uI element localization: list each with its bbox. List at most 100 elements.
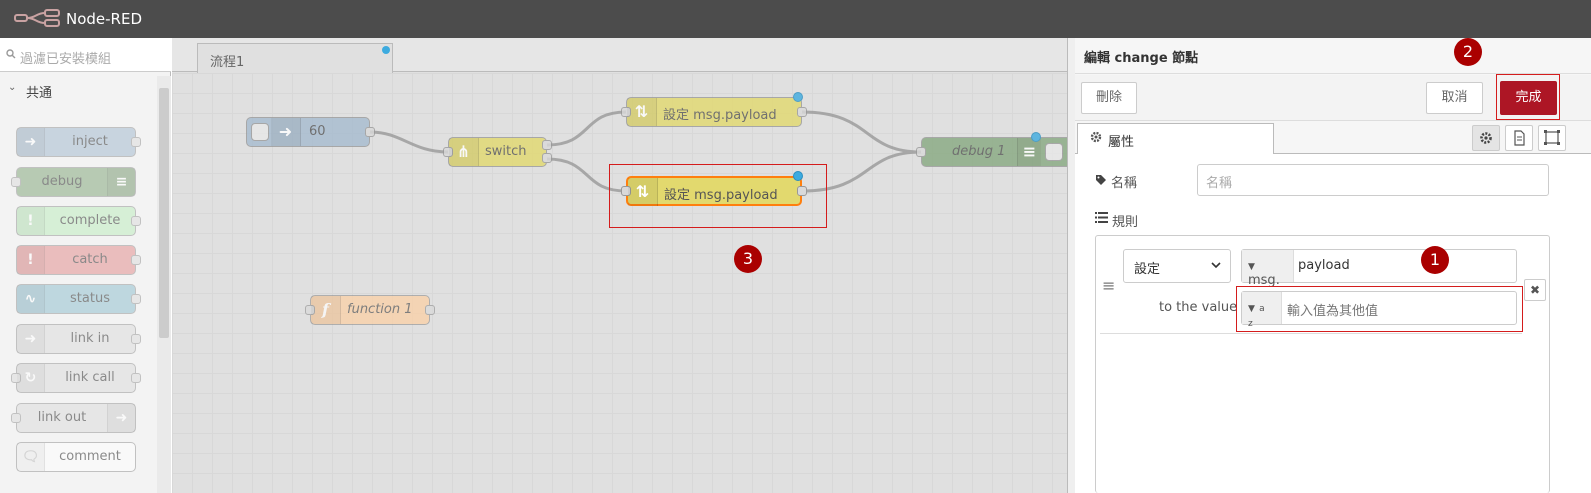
name-input[interactable]: 名稱 — [1197, 164, 1549, 196]
palette-node-link-call[interactable]: ↻ link call — [11, 363, 141, 393]
flow-node-debug[interactable]: debug 1 ≡ — [916, 132, 1067, 167]
gear-icon — [1090, 131, 1102, 143]
node-label: 60 — [309, 124, 326, 139]
function-icon: f — [311, 296, 341, 324]
list-icon: ≡ — [1017, 138, 1041, 166]
output-port — [131, 373, 141, 383]
search-icon — [6, 49, 16, 59]
output-port[interactable] — [365, 127, 375, 137]
output-port[interactable] — [425, 305, 435, 315]
tab-label: 流程1 — [210, 55, 245, 70]
gear-icon — [1480, 132, 1492, 144]
document-icon — [1514, 130, 1525, 146]
tab-label: 屬性 — [1108, 135, 1135, 150]
palette-node-catch[interactable]: ! catch — [16, 245, 141, 275]
tray-body: 名稱 名稱 規則 ≡ 設定 ▼ msg. payload to the valu… — [1075, 154, 1591, 493]
workspace-tabbar: 流程1 — [172, 38, 1067, 73]
palette-node-label: catch — [72, 252, 108, 267]
input-port[interactable] — [916, 147, 926, 157]
highlight-box-done — [1496, 74, 1560, 120]
app-header: Node-RED — [0, 0, 1591, 38]
callout-badge-1: 1 — [1421, 246, 1449, 274]
switch-icon: ⋔ — [449, 138, 479, 166]
palette-search-input[interactable]: 過濾已安裝模組 — [0, 38, 171, 72]
callout-badge-2: 2 — [1454, 38, 1482, 66]
target-value: payload — [1298, 258, 1350, 273]
tab-flow1[interactable]: 流程1 — [197, 43, 393, 73]
cancel-button[interactable]: 取消 — [1426, 82, 1483, 114]
caret-down-icon: ▼ — [1248, 262, 1255, 272]
palette-node-link-out[interactable]: link out ➜ — [11, 403, 136, 433]
node-label: switch — [485, 144, 527, 159]
flow-node-inject[interactable]: ➜ 60 — [246, 117, 375, 147]
palette-node-label: comment — [59, 449, 121, 464]
rule-target-input[interactable]: ▼ msg. payload — [1241, 249, 1517, 288]
tray-header: 編輯 change 節點 — [1075, 38, 1591, 74]
target-type-selector[interactable]: ▼ msg. — [1242, 250, 1294, 288]
palette-node-label: complete — [59, 213, 121, 228]
flow-node-switch[interactable]: ⋔ switch — [443, 137, 552, 167]
tab-properties[interactable]: 屬性 — [1077, 123, 1274, 155]
palette-node-comment[interactable]: 🗨 comment — [16, 442, 136, 472]
palette-node-label: link in — [70, 331, 110, 346]
tray-tabbar: 屬性 — [1075, 122, 1591, 155]
palette-node-link-in[interactable]: ➜ link in — [16, 324, 141, 354]
palette-node-label: status — [70, 291, 110, 306]
list-icon: ≡ — [107, 168, 135, 196]
arrow-right-icon: ➜ — [271, 118, 301, 146]
highlight-box-node — [609, 164, 827, 228]
chevron-down-icon — [1211, 262, 1221, 269]
workspace: 流程1 ➜ 60 ⋔ switch ⇅ 設定 msg.payload ⇅ 設定 … — [172, 38, 1067, 493]
appearance-tab-button[interactable] — [1538, 125, 1566, 151]
palette-scrollbar[interactable] — [157, 76, 171, 493]
palette-node-inject[interactable]: ➜ inject — [16, 127, 141, 157]
drag-handle-icon[interactable]: ≡ — [1102, 276, 1115, 295]
node-label: function 1 — [347, 302, 413, 317]
output-port — [131, 137, 141, 147]
shuffle-icon: ⇅ — [627, 98, 657, 126]
flow-node-change-1[interactable]: ⇅ 設定 msg.payload — [621, 92, 807, 127]
to-the-value-label: to the value — [1159, 300, 1238, 315]
output-port[interactable] — [797, 107, 807, 117]
highlight-box-value — [1236, 286, 1523, 332]
node-label: debug 1 — [952, 144, 1006, 159]
palette-search-placeholder: 過濾已安裝模組 — [20, 52, 112, 67]
rule-action-select[interactable]: 設定 — [1123, 249, 1231, 283]
palette-category-label: 共通 — [26, 86, 53, 101]
palette-node-label: inject — [72, 134, 108, 149]
sidebar-splitter[interactable] — [1067, 38, 1075, 493]
tag-icon — [1096, 175, 1106, 185]
delete-button[interactable]: 刪除 — [1081, 82, 1137, 114]
rule-delete-button[interactable]: ✖ — [1524, 279, 1546, 301]
rules-label: 規則 — [1112, 215, 1139, 230]
flow-canvas[interactable]: ➜ 60 ⋔ switch ⇅ 設定 msg.payload ⇅ 設定 msg.… — [172, 73, 1067, 493]
node-red-logo-icon — [14, 9, 60, 27]
inject-trigger-button[interactable] — [251, 123, 269, 141]
tray-title: 編輯 change 節點 — [1084, 51, 1199, 66]
output-port — [131, 334, 141, 344]
palette-node-status[interactable]: ∿ status — [16, 284, 141, 314]
output-port[interactable] — [542, 153, 552, 163]
palette-node-complete[interactable]: ! complete — [16, 206, 141, 236]
callout-badge-3: 3 — [734, 245, 762, 273]
rules-list: ≡ 設定 ▼ msg. payload to the value ▼ a z 輸… — [1095, 235, 1550, 493]
changed-dot-icon — [793, 92, 803, 102]
link-arrow-icon: ➜ — [107, 404, 135, 432]
frame-icon — [1544, 130, 1560, 145]
list-icon — [1095, 212, 1108, 223]
description-tab-button[interactable] — [1505, 125, 1533, 151]
rule-action-value: 設定 — [1134, 262, 1161, 277]
rule-divider — [1100, 333, 1522, 334]
output-port — [131, 255, 141, 265]
changed-dot-icon — [382, 46, 390, 54]
settings-tab-button[interactable] — [1472, 125, 1500, 151]
debug-toggle-button[interactable] — [1045, 143, 1063, 161]
palette-sidebar: 過濾已安裝模組 ⌄ 共通 ➜ inject debug ≡ ! complete… — [0, 38, 171, 493]
palette-node-debug[interactable]: debug ≡ — [11, 167, 136, 197]
chevron-down-icon: ⌄ — [8, 82, 17, 93]
palette-category-common[interactable]: ⌄ 共通 — [0, 76, 157, 104]
node-label: 設定 msg.payload — [663, 108, 777, 123]
output-port[interactable] — [542, 140, 552, 150]
flow-node-function[interactable]: f function 1 — [305, 295, 435, 325]
scrollbar-thumb[interactable] — [159, 88, 169, 338]
